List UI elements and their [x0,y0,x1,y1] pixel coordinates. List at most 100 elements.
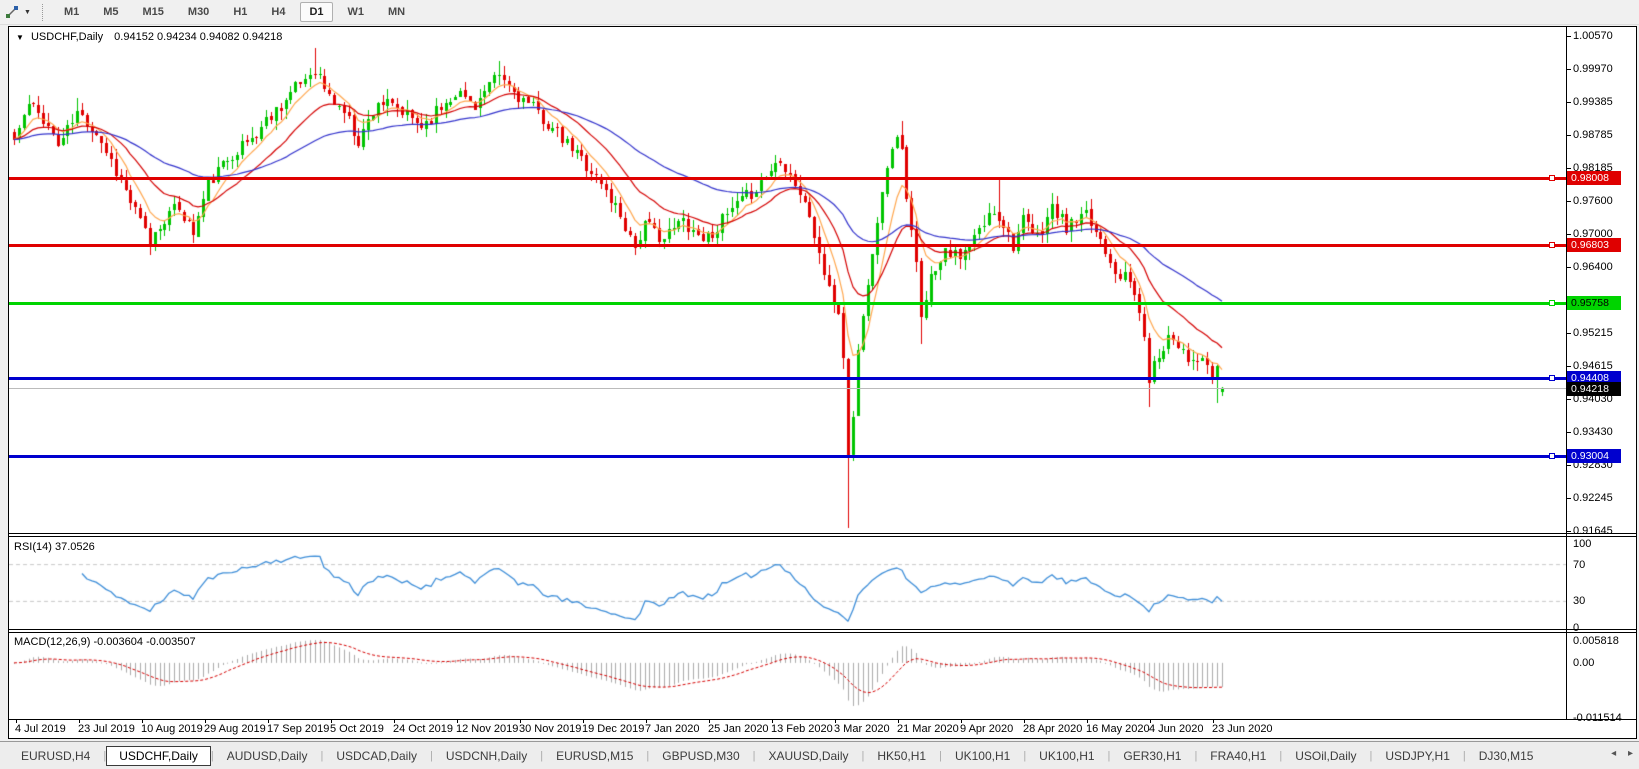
chart-tab-uk100-h1[interactable]: UK100,H1 [1026,746,1107,766]
date-tick-label: 29 Aug 2019 [204,723,266,735]
date-tick-label: 24 Oct 2019 [393,723,453,735]
date-tick-label: 21 Mar 2020 [897,723,959,735]
macd-indicator-label: MACD(12,26,9) -0.003604 -0.003507 [14,636,196,648]
line-anchor-marker[interactable] [1549,300,1555,306]
chart-tab-fra40-h1[interactable]: FRA40,H1 [1197,746,1279,766]
date-tick-label: 30 Nov 2019 [519,723,582,735]
line-anchor-marker[interactable] [1549,175,1555,181]
timeframe-button-h1[interactable]: H1 [224,2,256,22]
horizontal-line-0.96803[interactable] [9,244,1566,247]
timeframe-button-h4[interactable]: H4 [262,2,294,22]
panel-separator[interactable] [9,536,1636,537]
macd-axis-label: -0.011514 [1573,712,1622,724]
date-tick-label: 19 Dec 2019 [582,723,645,735]
date-tick-label: 17 Sep 2019 [267,723,330,735]
price-line-badge: 0.95758 [1567,296,1621,310]
price-tick-label: 0.93430 [1573,426,1613,438]
current-price-badge: 0.94218 [1567,382,1621,396]
timeframe-button-m1[interactable]: M1 [55,2,88,22]
price-tick-label: 0.91645 [1573,525,1613,537]
price-tick-mark [1566,399,1571,400]
chart-window: ▼ USDCHF,Daily 0.94152 0.94234 0.94082 0… [8,26,1637,739]
macd-canvas[interactable] [9,633,1566,718]
date-tick-label: 5 Oct 2019 [330,723,384,735]
rsi-axis-label: 30 [1573,595,1586,608]
price-tick-mark [1566,267,1571,268]
chart-title: ▼ USDCHF,Daily 0.94152 0.94234 0.94082 0… [16,31,282,43]
chart-tab-xauusd-daily[interactable]: XAUUSD,Daily [756,746,862,766]
rsi-indicator-label: RSI(14) 37.0526 [14,541,95,553]
date-tick-label: 23 Jul 2019 [78,723,135,735]
date-tick-label: 13 Feb 2020 [771,723,833,735]
price-tick-label: 0.99385 [1573,96,1613,108]
rsi-axis-label: 70 [1573,558,1586,571]
price-tick-mark [1566,234,1571,235]
price-tick-mark [1566,102,1571,103]
date-tick-label: 28 Apr 2020 [1023,723,1083,735]
date-tick-label: 4 Jul 2019 [15,723,66,735]
horizontal-line-0.94408[interactable] [9,377,1566,380]
rsi-axis-label: 0 [1573,622,1580,634]
line-anchor-marker[interactable] [1549,242,1555,248]
timeframe-button-d1[interactable]: D1 [300,2,333,22]
chart-tab-usdjpy-h1[interactable]: USDJPY,H1 [1372,746,1462,766]
horizontal-line-0.93004[interactable] [9,455,1566,458]
price-tick-mark [1566,135,1571,136]
date-tick-label: 7 Jan 2020 [645,723,700,735]
panel-separator[interactable] [9,533,1636,534]
rsi-canvas[interactable] [9,537,1566,629]
chart-tab-usdcnh-daily[interactable]: USDCNH,Daily [433,746,540,766]
chart-tab-ger30-h1[interactable]: GER30,H1 [1110,746,1194,766]
chart-tab-dj30-m15[interactable]: DJ30,M15 [1466,746,1547,766]
price-tick-mark [1566,201,1571,202]
price-tick-label: 0.98785 [1573,129,1613,141]
price-tick-mark [1566,69,1571,70]
chart-tab-hk50-h1[interactable]: HK50,H1 [864,746,939,766]
price-tick-mark [1566,432,1571,433]
cursor-tool-icon [6,6,18,18]
price-tick-mark [1566,465,1571,466]
horizontal-line-0.98008[interactable] [9,177,1566,180]
chart-tab-eurusd-m15[interactable]: EURUSD,M15 [543,746,646,766]
date-tick-label: 9 Apr 2020 [960,723,1014,735]
date-tick-label: 3 Mar 2020 [834,723,890,735]
price-tick-mark [1566,36,1571,37]
chart-tab-usoil-daily[interactable]: USOil,Daily [1282,746,1369,766]
price-tick-mark [1566,333,1571,334]
line-anchor-marker[interactable] [1549,375,1555,381]
time-axis-line [9,719,1636,720]
price-tick-label: 0.99970 [1573,63,1613,75]
price-tick-label: 0.95215 [1573,327,1613,339]
price-tick-label: 0.92245 [1573,492,1613,504]
price-tick-mark [1566,366,1571,367]
date-tick-label: 23 Jun 2020 [1212,723,1273,735]
timeframe-button-mn[interactable]: MN [379,2,414,22]
timeframe-button-m15[interactable]: M15 [134,2,173,22]
price-tick-label: 1.00570 [1573,30,1613,42]
timeframe-button-m30[interactable]: M30 [179,2,218,22]
rsi-axis-label: 100 [1573,538,1592,550]
cursor-tool-button[interactable]: ▼ [0,4,36,20]
macd-axis-label: 0.00 [1573,656,1595,669]
price-tick-label: 0.97600 [1573,195,1613,207]
chart-tab-usdcad-daily[interactable]: USDCAD,Daily [323,746,430,766]
chart-tab-uk100-h1[interactable]: UK100,H1 [942,746,1023,766]
scroll-right-icon[interactable]: ▸ [1628,748,1633,759]
chart-tab-usdchf-daily[interactable]: USDCHF,Daily [106,745,211,766]
chart-tab-audusd-daily[interactable]: AUDUSD,Daily [214,746,321,766]
chart-tab-eurusd-h4[interactable]: EURUSD,H4 [8,746,103,766]
toolbar-grip [41,3,43,21]
chart-tab-gbpusd-m30[interactable]: GBPUSD,M30 [649,746,752,766]
date-tick-label: 12 Nov 2019 [456,723,519,735]
panel-separator[interactable] [9,629,1636,630]
price-tick-mark [1566,498,1571,499]
timeframe-button-w1[interactable]: W1 [339,2,374,22]
timeframe-button-m5[interactable]: M5 [94,2,127,22]
price-line-badge: 0.93004 [1567,449,1621,463]
current-price-line [9,388,1566,389]
timeframe-group: M1 M5 M15 M30 H1 H4 D1 W1 MN [52,2,417,22]
line-anchor-marker[interactable] [1549,453,1555,459]
horizontal-line-0.95758[interactable] [9,302,1566,305]
scroll-left-icon[interactable]: ◂ [1611,748,1616,759]
panel-separator[interactable] [9,632,1636,633]
